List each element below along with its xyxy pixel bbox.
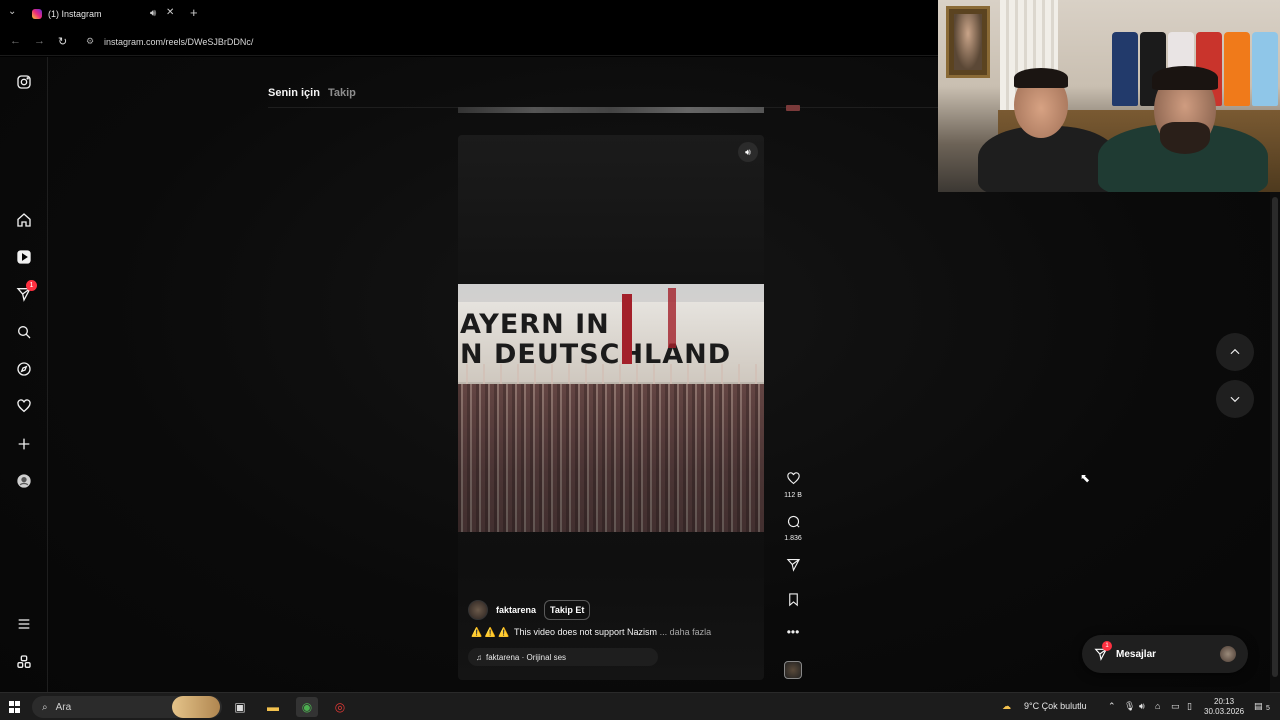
previous-reel-button[interactable] — [1216, 333, 1254, 371]
menu-icon[interactable] — [14, 614, 34, 634]
search-highlight-image — [172, 696, 220, 718]
system-clock[interactable]: 20:13 30.03.2026 — [1204, 697, 1244, 717]
audio-label: faktarena · Orijinal ses — [486, 652, 567, 662]
tab-close-icon[interactable]: ✕ — [166, 7, 174, 18]
threads-icon[interactable] — [14, 652, 34, 672]
scrollbar-thumb[interactable] — [1272, 197, 1278, 677]
mouse-cursor: ⬉ — [1080, 471, 1091, 485]
tab-list-chevron-icon[interactable]: ⌄ — [8, 6, 16, 17]
taskbar: ⌕ Ara ▣ ▬ ◉ ◎ ☁ 9°C Çok bulutlu ⌃ 🎙︎ 🔊︎ … — [0, 692, 1280, 720]
comment-count: 1.836 — [784, 535, 802, 542]
person-right-beard — [1160, 122, 1210, 154]
send-icon[interactable]: 1 — [14, 280, 37, 304]
messages-badge: 1 — [1102, 641, 1112, 651]
next-reel-button[interactable] — [1216, 380, 1254, 418]
caption-more-link[interactable]: ... daha fazla — [660, 627, 712, 637]
music-note-icon: ♫ — [476, 652, 482, 662]
home-icon[interactable] — [14, 210, 34, 230]
reel-video[interactable]: AYERN IN N DEUTSCHLAND — [458, 284, 764, 532]
side-navigation: 1 — [0, 57, 48, 692]
instagram-favicon-icon — [32, 9, 42, 19]
video-flag — [622, 294, 632, 364]
framed-portrait — [946, 6, 990, 78]
chevron-down-icon — [1230, 396, 1240, 403]
speaker-icon[interactable]: 🔊︎ — [1139, 701, 1145, 712]
messages-label: Mesajlar — [1116, 648, 1157, 660]
reel-author: faktarena Takip Et — [468, 600, 591, 620]
profile-icon[interactable] — [14, 471, 34, 491]
new-tab-icon[interactable]: + — [190, 5, 198, 20]
chevron-up-icon — [1230, 348, 1240, 355]
notification-badge: 1 — [26, 280, 37, 291]
reel-caption: ⚠️ ⚠️ ⚠️ This video does not support Naz… — [471, 627, 711, 638]
browser-tab[interactable]: (1) Instagram 🔊︎ ✕ — [26, 0, 182, 28]
notification-center-icon[interactable]: ▤ — [1254, 701, 1263, 712]
create-icon[interactable] — [14, 434, 34, 454]
search-icon: ⌕ — [42, 701, 48, 713]
comment-button[interactable]: 1.836 — [782, 514, 804, 542]
forward-icon[interactable]: → — [34, 35, 45, 47]
site-info-icon[interactable]: ⚙ — [86, 36, 94, 47]
like-button[interactable]: 112 B — [782, 471, 804, 499]
reels-icon[interactable] — [14, 247, 34, 267]
person-right-hair — [1152, 66, 1218, 90]
taskbar-search-placeholder: Ara — [55, 701, 72, 713]
warning-emoji: ⚠️ ⚠️ ⚠️ — [471, 627, 510, 637]
search-icon[interactable] — [14, 322, 34, 342]
taskbar-search[interactable]: ⌕ Ara — [32, 696, 222, 718]
share-button[interactable] — [782, 557, 804, 577]
weather-icon[interactable]: ☁ — [1002, 701, 1011, 712]
video-flag — [668, 288, 676, 348]
clock-time: 20:13 — [1214, 697, 1235, 706]
tab-for-you[interactable]: Senin için — [268, 87, 320, 99]
video-crowd — [458, 384, 764, 532]
like-count: 112 B — [784, 492, 802, 499]
person-left-hair — [1014, 68, 1068, 88]
chrome-icon[interactable]: ◉ — [296, 697, 318, 717]
previous-reel-audio-thumb[interactable] — [786, 105, 800, 111]
video-banner-text: AYERN IN N DEUTSCHLAND — [460, 309, 732, 370]
audio-thumbnail[interactable] — [784, 661, 802, 679]
volume-icon[interactable]: 🔊︎ — [738, 142, 758, 162]
clock-date: 30.03.2026 — [1204, 707, 1245, 716]
task-view-icon[interactable]: ▣ — [229, 697, 251, 717]
messages-avatar — [1220, 646, 1236, 662]
recorder-icon[interactable]: ◎ — [329, 697, 351, 717]
previous-reel-edge[interactable] — [458, 107, 764, 113]
save-button[interactable] — [782, 592, 804, 612]
microphone-icon[interactable]: 🎙︎ — [1124, 701, 1135, 712]
instagram-icon[interactable] — [14, 72, 34, 92]
send-icon — [786, 558, 800, 572]
heart-icon[interactable] — [14, 396, 34, 416]
weather-text[interactable]: 9°C Çok bulutlu — [1024, 701, 1087, 711]
more-icon[interactable]: ••• — [782, 625, 804, 639]
tab-audio-icon[interactable]: 🔊︎ — [150, 8, 156, 19]
url-field[interactable]: instagram.com/reels/DWeSJBrDDNc/ — [104, 37, 253, 47]
notification-count: 5 — [1266, 705, 1270, 712]
heart-icon — [786, 472, 800, 485]
feed-tabs: Senin için Takip — [268, 87, 356, 99]
reload-icon[interactable]: ↻ — [58, 35, 67, 48]
author-name[interactable]: faktarena — [496, 605, 536, 615]
network-icon[interactable]: ⌂ — [1155, 701, 1160, 711]
file-explorer-icon[interactable]: ▬ — [262, 697, 284, 717]
tab-following[interactable]: Takip — [328, 87, 356, 99]
messages-button[interactable]: 1 Mesajlar — [1082, 635, 1248, 673]
back-icon[interactable]: ← — [10, 35, 21, 47]
tray-chevron-icon[interactable]: ⌃ — [1108, 701, 1116, 712]
battery-icon[interactable]: ▯ — [1187, 701, 1192, 712]
tab-title: (1) Instagram — [48, 9, 102, 19]
audio-chip[interactable]: ♫ faktarena · Orijinal ses — [468, 648, 658, 666]
webcam-overlay — [938, 0, 1280, 192]
reel-card[interactable]: 🔊︎ AYERN IN N DEUTSCHLAND faktarena Taki… — [458, 135, 764, 680]
caption-text: This video does not support Nazism — [513, 627, 658, 637]
explore-icon[interactable] — [14, 359, 34, 379]
bookmark-icon — [788, 593, 798, 607]
comment-icon — [787, 515, 800, 528]
follow-button[interactable]: Takip Et — [544, 600, 591, 620]
display-icon[interactable]: ▭ — [1171, 701, 1180, 712]
windows-start-icon[interactable] — [9, 701, 21, 713]
author-avatar[interactable] — [468, 600, 488, 620]
